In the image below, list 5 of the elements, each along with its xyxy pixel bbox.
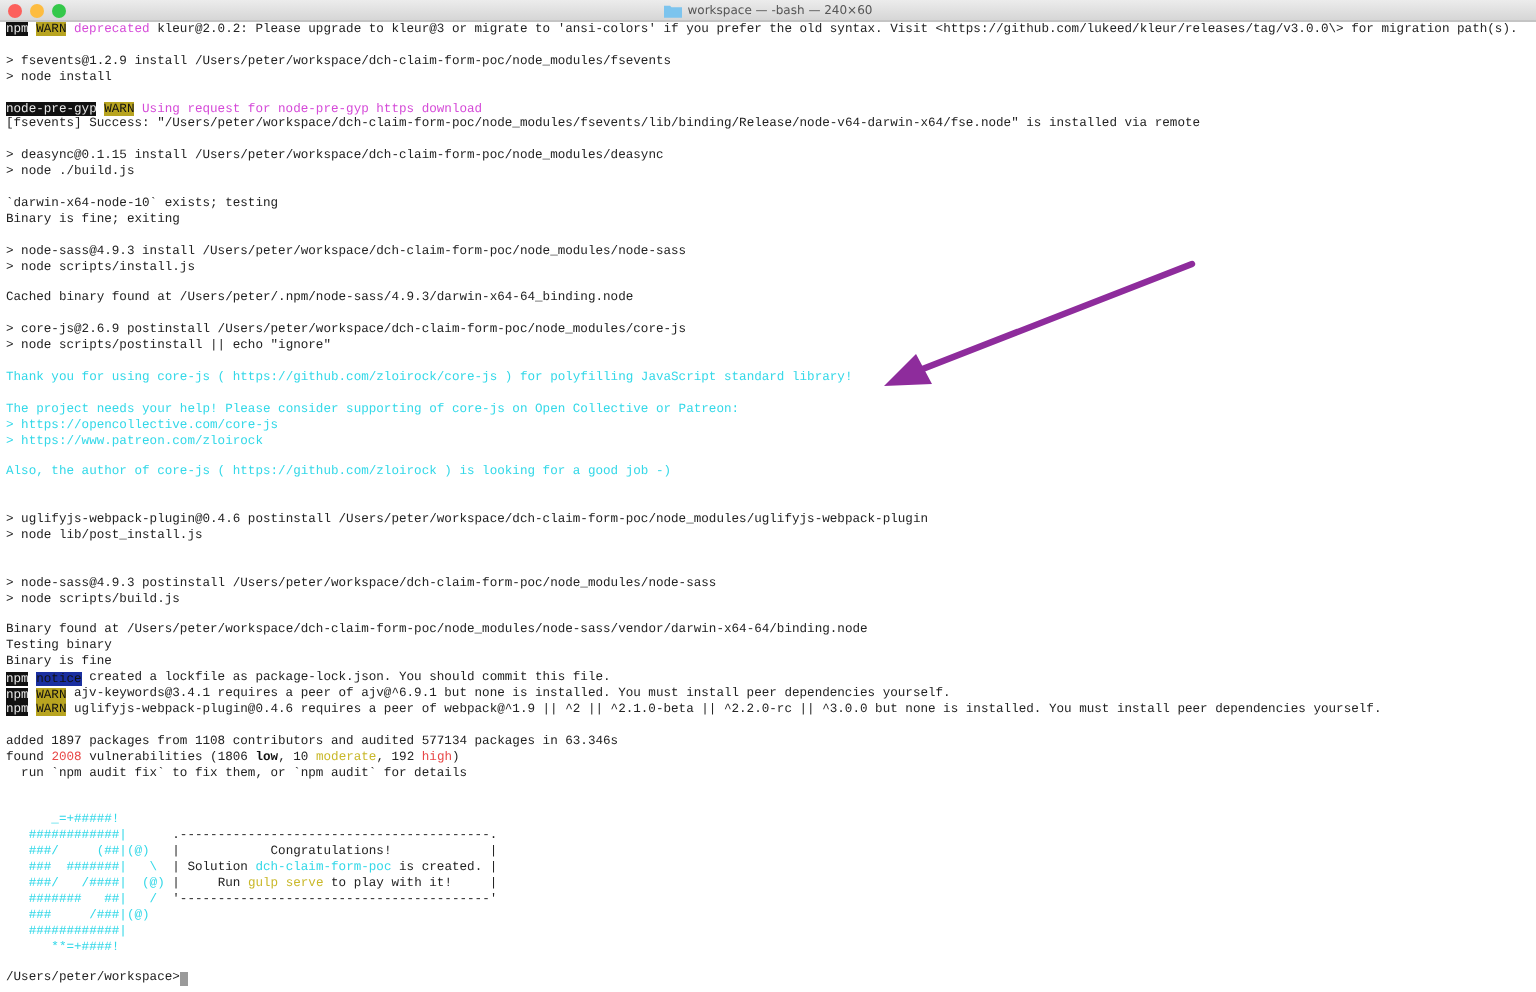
- folder-icon: [663, 3, 682, 17]
- minimize-button[interactable]: [30, 3, 44, 17]
- close-button[interactable]: [8, 3, 22, 17]
- text-cursor: [179, 971, 188, 986]
- zoom-button[interactable]: [52, 3, 66, 17]
